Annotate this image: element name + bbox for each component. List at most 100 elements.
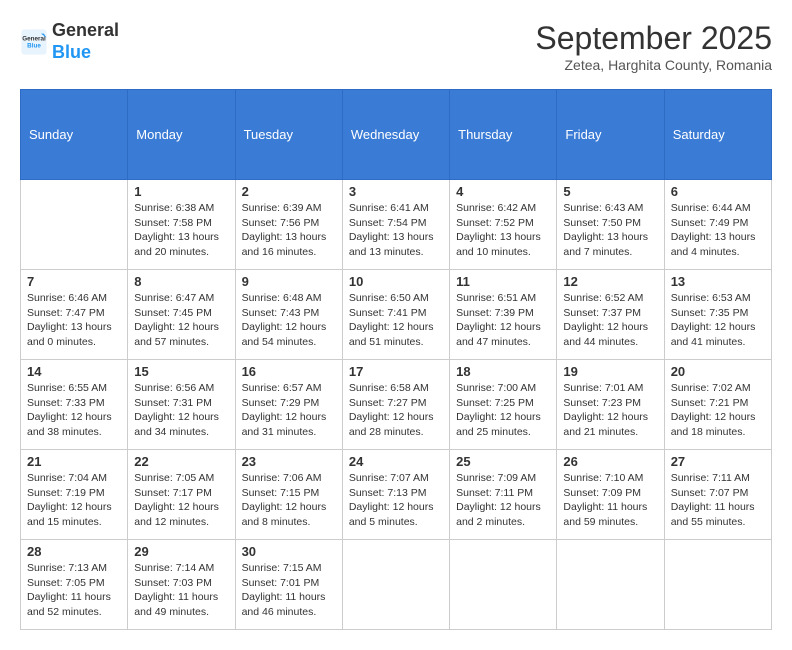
day-info: Sunrise: 6:58 AM Sunset: 7:27 PM Dayligh… <box>349 381 443 440</box>
day-number: 13 <box>671 274 765 289</box>
weekday-wednesday: Wednesday <box>342 90 449 180</box>
svg-text:Blue: Blue <box>27 42 41 49</box>
day-number: 20 <box>671 364 765 379</box>
calendar-cell <box>557 540 664 630</box>
day-info: Sunrise: 6:56 AM Sunset: 7:31 PM Dayligh… <box>134 381 228 440</box>
weekday-monday: Monday <box>128 90 235 180</box>
day-number: 28 <box>27 544 121 559</box>
calendar-cell <box>21 180 128 270</box>
day-number: 24 <box>349 454 443 469</box>
day-info: Sunrise: 6:47 AM Sunset: 7:45 PM Dayligh… <box>134 291 228 350</box>
week-row-2: 7 Sunrise: 6:46 AM Sunset: 7:47 PM Daylig… <box>21 270 772 360</box>
week-row-3: 14 Sunrise: 6:55 AM Sunset: 7:33 PM Dayli… <box>21 360 772 450</box>
day-info: Sunrise: 6:53 AM Sunset: 7:35 PM Dayligh… <box>671 291 765 350</box>
day-info: Sunrise: 6:48 AM Sunset: 7:43 PM Dayligh… <box>242 291 336 350</box>
day-number: 14 <box>27 364 121 379</box>
day-info: Sunrise: 6:55 AM Sunset: 7:33 PM Dayligh… <box>27 381 121 440</box>
logo-line1: General <box>52 20 119 42</box>
day-info: Sunrise: 7:10 AM Sunset: 7:09 PM Dayligh… <box>563 471 657 530</box>
day-number: 8 <box>134 274 228 289</box>
logo-line2: Blue <box>52 42 91 62</box>
day-number: 2 <box>242 184 336 199</box>
day-number: 9 <box>242 274 336 289</box>
calendar-cell: 19 Sunrise: 7:01 AM Sunset: 7:23 PM Dayli… <box>557 360 664 450</box>
weekday-tuesday: Tuesday <box>235 90 342 180</box>
logo: General Blue General Blue <box>20 20 119 63</box>
day-info: Sunrise: 7:00 AM Sunset: 7:25 PM Dayligh… <box>456 381 550 440</box>
calendar-cell: 28Sunrise: 7:13 AM Sunset: 7:05 PM Dayli… <box>21 540 128 630</box>
calendar-cell: 8 Sunrise: 6:47 AM Sunset: 7:45 PM Daylig… <box>128 270 235 360</box>
day-number: 12 <box>563 274 657 289</box>
day-number: 29 <box>134 544 228 559</box>
day-number: 21 <box>27 454 121 469</box>
day-info: Sunrise: 7:04 AM Sunset: 7:19 PM Dayligh… <box>27 471 121 530</box>
calendar-cell: 27 Sunrise: 7:11 AM Sunset: 7:07 PM Dayli… <box>664 450 771 540</box>
calendar-body: 1Sunrise: 6:38 AM Sunset: 7:58 PM Daylig… <box>21 180 772 630</box>
calendar-cell: 6Sunrise: 6:44 AM Sunset: 7:49 PM Daylig… <box>664 180 771 270</box>
calendar-cell <box>450 540 557 630</box>
calendar-cell: 10 Sunrise: 6:50 AM Sunset: 7:41 PM Dayli… <box>342 270 449 360</box>
day-info: Sunrise: 6:51 AM Sunset: 7:39 PM Dayligh… <box>456 291 550 350</box>
calendar-cell: 4Sunrise: 6:42 AM Sunset: 7:52 PM Daylig… <box>450 180 557 270</box>
weekday-saturday: Saturday <box>664 90 771 180</box>
day-number: 16 <box>242 364 336 379</box>
day-number: 5 <box>563 184 657 199</box>
title-section: September 2025 Zetea, Harghita County, R… <box>535 20 772 73</box>
calendar-cell: 1Sunrise: 6:38 AM Sunset: 7:58 PM Daylig… <box>128 180 235 270</box>
day-info: Sunrise: 7:15 AM Sunset: 7:01 PM Dayligh… <box>242 561 336 620</box>
page-header: General Blue General Blue September 2025… <box>20 20 772 73</box>
week-row-1: 1Sunrise: 6:38 AM Sunset: 7:58 PM Daylig… <box>21 180 772 270</box>
day-info: Sunrise: 7:01 AM Sunset: 7:23 PM Dayligh… <box>563 381 657 440</box>
calendar-cell: 7 Sunrise: 6:46 AM Sunset: 7:47 PM Daylig… <box>21 270 128 360</box>
day-number: 19 <box>563 364 657 379</box>
calendar-cell: 2Sunrise: 6:39 AM Sunset: 7:56 PM Daylig… <box>235 180 342 270</box>
location-subtitle: Zetea, Harghita County, Romania <box>535 57 772 73</box>
calendar-cell: 14 Sunrise: 6:55 AM Sunset: 7:33 PM Dayli… <box>21 360 128 450</box>
calendar-cell: 3 Sunrise: 6:41 AM Sunset: 7:54 PM Daylig… <box>342 180 449 270</box>
calendar-cell: 26Sunrise: 7:10 AM Sunset: 7:09 PM Dayli… <box>557 450 664 540</box>
day-number: 23 <box>242 454 336 469</box>
calendar-cell: 11 Sunrise: 6:51 AM Sunset: 7:39 PM Dayli… <box>450 270 557 360</box>
day-number: 6 <box>671 184 765 199</box>
calendar-cell: 30 Sunrise: 7:15 AM Sunset: 7:01 PM Dayli… <box>235 540 342 630</box>
calendar-cell: 12 Sunrise: 6:52 AM Sunset: 7:37 PM Dayli… <box>557 270 664 360</box>
day-info: Sunrise: 6:57 AM Sunset: 7:29 PM Dayligh… <box>242 381 336 440</box>
day-info: Sunrise: 6:52 AM Sunset: 7:37 PM Dayligh… <box>563 291 657 350</box>
weekday-thursday: Thursday <box>450 90 557 180</box>
calendar-cell: 20 Sunrise: 7:02 AM Sunset: 7:21 PM Dayli… <box>664 360 771 450</box>
day-info: Sunrise: 7:11 AM Sunset: 7:07 PM Dayligh… <box>671 471 765 530</box>
day-number: 25 <box>456 454 550 469</box>
calendar-cell: 16 Sunrise: 6:57 AM Sunset: 7:29 PM Dayli… <box>235 360 342 450</box>
day-info: Sunrise: 6:46 AM Sunset: 7:47 PM Dayligh… <box>27 291 121 350</box>
calendar-table: SundayMondayTuesdayWednesdayThursdayFrid… <box>20 89 772 630</box>
svg-text:General: General <box>22 35 46 42</box>
week-row-4: 21 Sunrise: 7:04 AM Sunset: 7:19 PM Dayli… <box>21 450 772 540</box>
day-number: 17 <box>349 364 443 379</box>
weekday-sunday: Sunday <box>21 90 128 180</box>
calendar-cell: 23Sunrise: 7:06 AM Sunset: 7:15 PM Dayli… <box>235 450 342 540</box>
logo-text: General Blue <box>52 20 119 63</box>
weekday-header-row: SundayMondayTuesdayWednesdayThursdayFrid… <box>21 90 772 180</box>
day-number: 11 <box>456 274 550 289</box>
calendar-cell: 25 Sunrise: 7:09 AM Sunset: 7:11 PM Dayli… <box>450 450 557 540</box>
calendar-cell: 18Sunrise: 7:00 AM Sunset: 7:25 PM Dayli… <box>450 360 557 450</box>
day-info: Sunrise: 7:02 AM Sunset: 7:21 PM Dayligh… <box>671 381 765 440</box>
day-number: 30 <box>242 544 336 559</box>
day-number: 27 <box>671 454 765 469</box>
day-info: Sunrise: 7:09 AM Sunset: 7:11 PM Dayligh… <box>456 471 550 530</box>
day-number: 7 <box>27 274 121 289</box>
day-info: Sunrise: 6:41 AM Sunset: 7:54 PM Dayligh… <box>349 201 443 260</box>
weekday-friday: Friday <box>557 90 664 180</box>
calendar-cell: 24 Sunrise: 7:07 AM Sunset: 7:13 PM Dayli… <box>342 450 449 540</box>
calendar-cell <box>664 540 771 630</box>
calendar-cell: 17 Sunrise: 6:58 AM Sunset: 7:27 PM Dayli… <box>342 360 449 450</box>
calendar-cell: 9 Sunrise: 6:48 AM Sunset: 7:43 PM Daylig… <box>235 270 342 360</box>
day-info: Sunrise: 6:50 AM Sunset: 7:41 PM Dayligh… <box>349 291 443 350</box>
day-number: 1 <box>134 184 228 199</box>
calendar-cell: 21 Sunrise: 7:04 AM Sunset: 7:19 PM Dayli… <box>21 450 128 540</box>
day-number: 15 <box>134 364 228 379</box>
calendar-cell: 13 Sunrise: 6:53 AM Sunset: 7:35 PM Dayli… <box>664 270 771 360</box>
day-number: 3 <box>349 184 443 199</box>
day-number: 10 <box>349 274 443 289</box>
day-info: Sunrise: 7:07 AM Sunset: 7:13 PM Dayligh… <box>349 471 443 530</box>
